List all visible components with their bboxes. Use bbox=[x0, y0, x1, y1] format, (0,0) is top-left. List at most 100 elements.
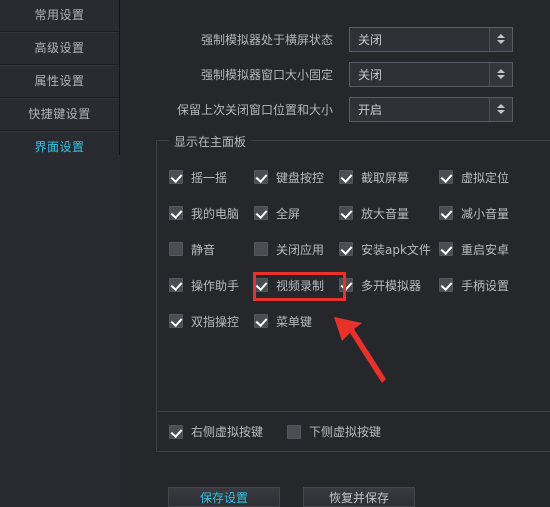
sidebar: 常用设置 高级设置 属性设置 快捷键设置 界面设置 bbox=[0, 0, 120, 507]
checkbox-label: 减小音量 bbox=[461, 206, 510, 221]
landscape-dropdown[interactable]: 关闭 bbox=[349, 26, 513, 52]
sidebar-item-label: 常用设置 bbox=[34, 8, 85, 22]
checkbox-icon[interactable] bbox=[439, 278, 453, 292]
checkbox-label: 操作助手 bbox=[191, 278, 240, 293]
checkbox-label: 视频录制 bbox=[276, 278, 325, 293]
setting-row-landscape: 强制模拟器处于横屏状态 关闭 bbox=[121, 26, 550, 52]
checkbox-icon[interactable] bbox=[169, 314, 183, 328]
checkbox-item-video-record[interactable]: 视频录制 bbox=[254, 277, 339, 294]
checkbox-label: 静音 bbox=[191, 242, 216, 257]
checkbox-item-fullscreen[interactable]: 全屏 bbox=[254, 205, 339, 222]
checkbox-item-keyboard[interactable]: 键盘按控 bbox=[254, 169, 339, 186]
checkbox-label: 放大音量 bbox=[361, 206, 410, 221]
remember-window-dropdown[interactable]: 开启 bbox=[349, 96, 513, 122]
checkbox-item-right-virtual-keys[interactable]: 右侧虚拟按键 bbox=[169, 423, 287, 440]
checkbox-grid: 摇一摇 键盘按控 截取屏幕 虚拟定位 我的电脑 全屏 放大音量 减小音量 静音 … bbox=[157, 159, 550, 339]
settings-window: 常用设置 高级设置 属性设置 快捷键设置 界面设置 强制模拟器处于横屏状态 关闭… bbox=[0, 0, 550, 507]
restore-and-save-button[interactable]: 恢复并保存 bbox=[303, 487, 415, 507]
checkbox-icon[interactable] bbox=[254, 278, 268, 292]
checkbox-label: 右侧虚拟按键 bbox=[191, 425, 264, 439]
checkbox-label: 全屏 bbox=[276, 206, 301, 221]
chevron-updown-icon[interactable] bbox=[489, 62, 512, 86]
fixed-window-dropdown[interactable]: 关闭 bbox=[349, 61, 513, 87]
checkbox-item-two-finger[interactable]: 双指操控 bbox=[169, 313, 254, 330]
sidebar-item-label: 属性设置 bbox=[34, 74, 85, 88]
checkbox-item-multi-instance[interactable]: 多开模拟器 bbox=[339, 277, 439, 294]
setting-label: 保留上次关闭窗口位置和大小 bbox=[176, 102, 333, 117]
setting-label: 强制模拟器窗口大小固定 bbox=[200, 67, 333, 82]
sidebar-item-label: 高级设置 bbox=[34, 41, 85, 55]
sidebar-empty-area bbox=[0, 155, 120, 507]
checkbox-row: 静音 关闭应用 安装apk文件 重启安卓 bbox=[157, 231, 550, 267]
sidebar-item-hotkeys[interactable]: 快捷键设置 bbox=[0, 98, 119, 131]
sidebar-item-properties[interactable]: 属性设置 bbox=[0, 65, 119, 98]
checkbox-label: 安装apk文件 bbox=[361, 242, 431, 257]
sidebar-item-label: 界面设置 bbox=[34, 140, 85, 154]
checkbox-item-shake[interactable]: 摇一摇 bbox=[169, 169, 254, 186]
checkbox-label: 关闭应用 bbox=[276, 242, 325, 257]
checkbox-icon[interactable] bbox=[169, 278, 183, 292]
settings-content: 强制模拟器处于横屏状态 关闭 强制模拟器窗口大小固定 关闭 保留上次关闭窗口位置… bbox=[121, 0, 550, 507]
checkbox-label: 摇一摇 bbox=[191, 170, 228, 185]
checkbox-icon[interactable] bbox=[287, 424, 301, 439]
checkbox-label: 虚拟定位 bbox=[461, 170, 510, 185]
dropdown-value: 关闭 bbox=[358, 67, 383, 82]
main-panel-display-group: 显示在主面板 摇一摇 键盘按控 截取屏幕 虚拟定位 我的电脑 全屏 放大音量 减… bbox=[156, 133, 550, 452]
setting-label: 强制模拟器处于横屏状态 bbox=[200, 32, 333, 47]
checkbox-icon[interactable] bbox=[439, 242, 453, 256]
checkbox-label: 多开模拟器 bbox=[361, 278, 422, 293]
checkbox-icon[interactable] bbox=[254, 206, 268, 220]
checkbox-icon[interactable] bbox=[254, 242, 268, 256]
checkbox-row: 摇一摇 键盘按控 截取屏幕 虚拟定位 bbox=[157, 159, 550, 195]
checkbox-label: 下侧虚拟按键 bbox=[309, 425, 382, 439]
button-bar: 保存设置 恢复并保存 bbox=[0, 487, 550, 507]
checkbox-icon[interactable] bbox=[169, 424, 183, 439]
sidebar-item-common[interactable]: 常用设置 bbox=[0, 0, 119, 32]
checkbox-item-close-app[interactable]: 关闭应用 bbox=[254, 241, 339, 258]
checkbox-icon[interactable] bbox=[169, 206, 183, 220]
checkbox-icon[interactable] bbox=[339, 242, 353, 256]
checkbox-label: 我的电脑 bbox=[191, 206, 240, 221]
checkbox-label: 手柄设置 bbox=[461, 278, 510, 293]
checkbox-icon[interactable] bbox=[339, 278, 353, 292]
checkbox-icon[interactable] bbox=[254, 314, 268, 328]
checkbox-icon[interactable] bbox=[169, 170, 183, 184]
checkbox-item-my-computer[interactable]: 我的电脑 bbox=[169, 205, 254, 222]
checkbox-item-bottom-virtual-keys[interactable]: 下侧虚拟按键 bbox=[287, 423, 405, 440]
checkbox-item-mute[interactable]: 静音 bbox=[169, 241, 254, 258]
group-divider bbox=[158, 411, 550, 412]
checkbox-icon[interactable] bbox=[339, 206, 353, 220]
save-settings-button[interactable]: 保存设置 bbox=[168, 487, 280, 507]
checkbox-item-screenshot[interactable]: 截取屏幕 bbox=[339, 169, 439, 186]
chevron-updown-icon[interactable] bbox=[489, 27, 512, 51]
checkbox-row: 双指操控 菜单键 bbox=[157, 303, 550, 339]
checkbox-icon[interactable] bbox=[254, 170, 268, 184]
checkbox-icon[interactable] bbox=[339, 170, 353, 184]
virtual-keys-row: 右侧虚拟按键 下侧虚拟按键 bbox=[169, 423, 405, 440]
checkbox-label: 菜单键 bbox=[276, 314, 313, 329]
checkbox-icon[interactable] bbox=[169, 242, 183, 256]
checkbox-icon[interactable] bbox=[439, 206, 453, 220]
setting-row-remember-window: 保留上次关闭窗口位置和大小 开启 bbox=[121, 96, 550, 122]
checkbox-item-install-apk[interactable]: 安装apk文件 bbox=[339, 241, 439, 258]
checkbox-item-menu-key[interactable]: 菜单键 bbox=[254, 313, 339, 330]
chevron-updown-icon[interactable] bbox=[489, 97, 512, 121]
checkbox-item-volume-down[interactable]: 减小音量 bbox=[439, 205, 524, 222]
dropdown-value: 关闭 bbox=[358, 32, 383, 47]
checkbox-item-virtual-location[interactable]: 虚拟定位 bbox=[439, 169, 524, 186]
checkbox-label: 双指操控 bbox=[191, 314, 240, 329]
checkbox-item-gamepad-settings[interactable]: 手柄设置 bbox=[439, 277, 524, 294]
checkbox-item-restart-android[interactable]: 重启安卓 bbox=[439, 241, 524, 258]
sidebar-item-label: 快捷键设置 bbox=[28, 107, 91, 121]
checkbox-item-operation-assistant[interactable]: 操作助手 bbox=[169, 277, 254, 294]
dropdown-value: 开启 bbox=[358, 102, 383, 117]
group-title: 显示在主面板 bbox=[169, 133, 252, 150]
sidebar-item-advanced[interactable]: 高级设置 bbox=[0, 32, 119, 65]
checkbox-item-volume-up[interactable]: 放大音量 bbox=[339, 205, 439, 222]
checkbox-label: 键盘按控 bbox=[276, 170, 325, 185]
checkbox-row: 我的电脑 全屏 放大音量 减小音量 bbox=[157, 195, 550, 231]
setting-row-fixed-window: 强制模拟器窗口大小固定 关闭 bbox=[121, 61, 550, 87]
checkbox-label: 截取屏幕 bbox=[361, 170, 410, 185]
checkbox-icon[interactable] bbox=[439, 170, 453, 184]
checkbox-label: 重启安卓 bbox=[461, 242, 510, 257]
